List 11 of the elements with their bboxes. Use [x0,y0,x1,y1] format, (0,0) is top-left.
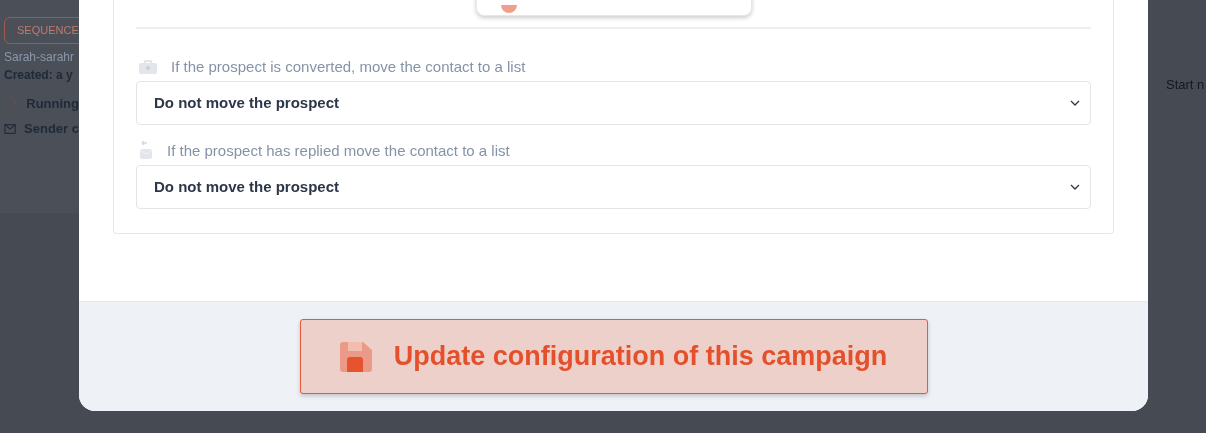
briefcase-icon [138,59,158,75]
rule-label: If the prospect has replied move the contact to a list [167,140,510,161]
owner-text: Sarah-sarahr [4,48,76,66]
chevron-down-icon [1070,184,1080,190]
list-select[interactable]: Do not move the prospect [136,165,1091,209]
chevron-down-icon [1070,100,1080,106]
save-icon [339,341,372,372]
mail-icon [4,122,17,135]
list-select[interactable]: Do not move the prospect [136,81,1091,125]
rule-label: If the prospect is converted, move the contact to a list [171,56,526,77]
envelope-icon [138,141,154,161]
